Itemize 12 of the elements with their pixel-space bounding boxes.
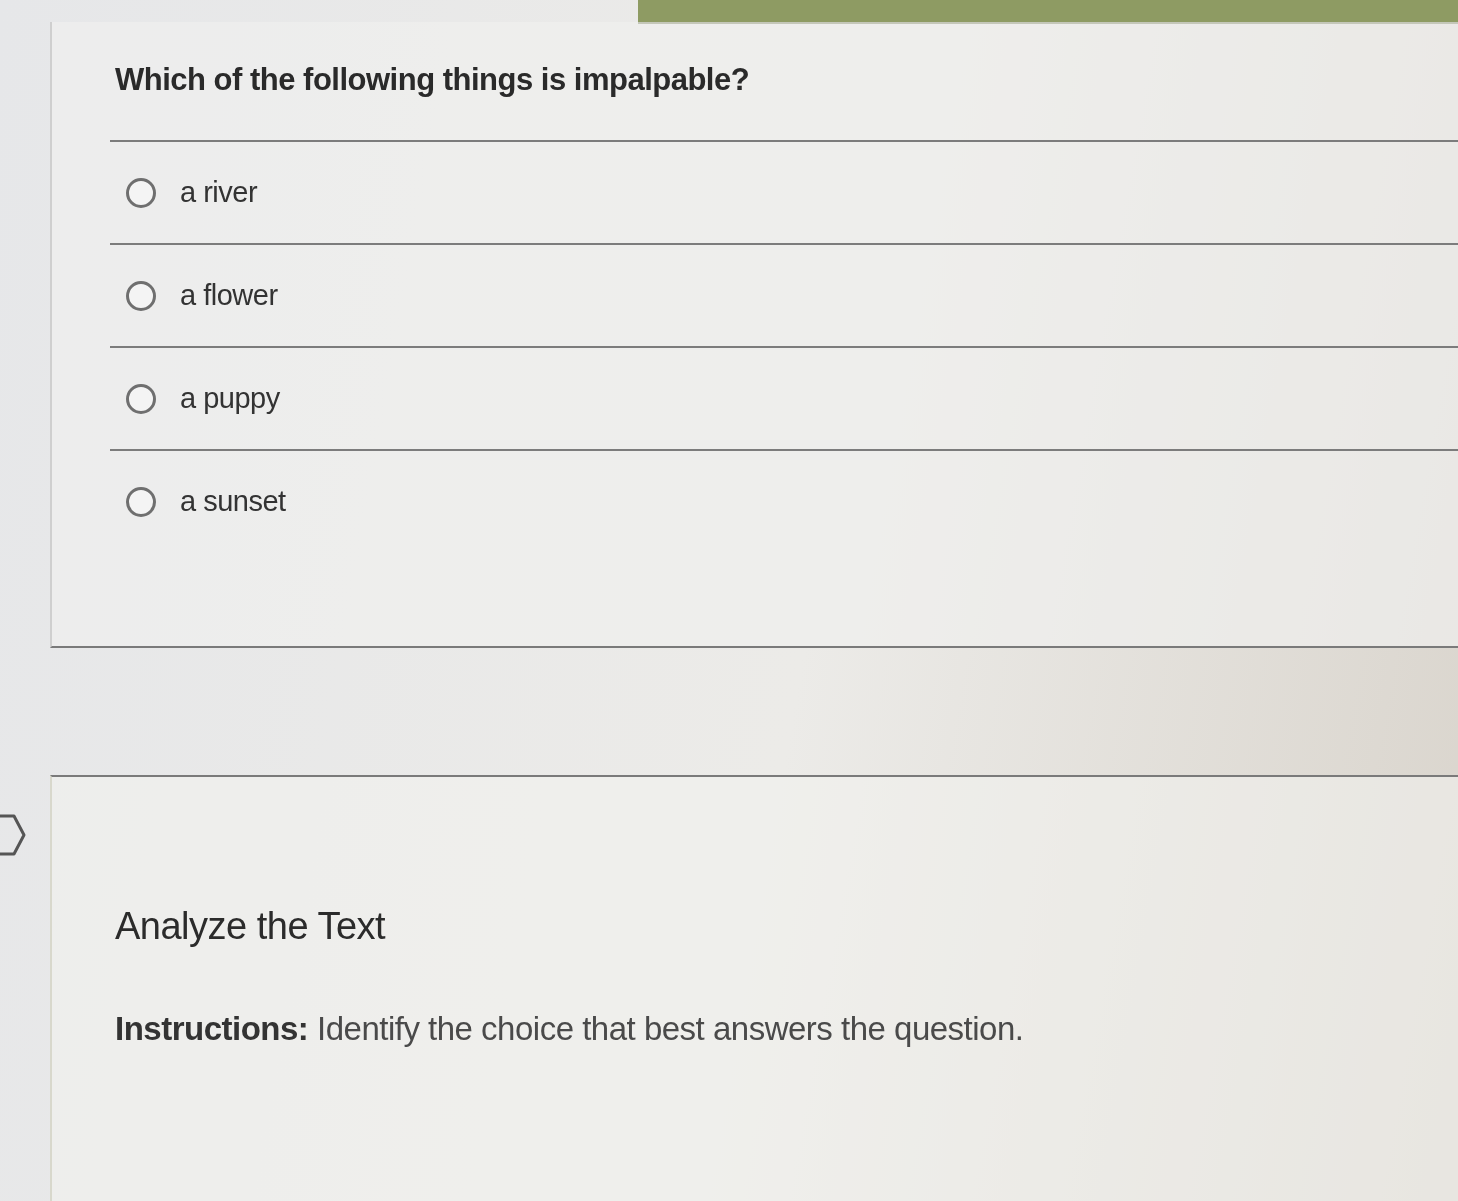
- option-label: a sunset: [180, 485, 286, 518]
- question-text: Which of the following things is impalpable?: [115, 62, 751, 98]
- chevron-right-icon[interactable]: [0, 813, 26, 857]
- option-label: a puppy: [180, 382, 280, 415]
- radio-button[interactable]: [126, 486, 156, 517]
- radio-button[interactable]: [126, 383, 156, 414]
- radio-button[interactable]: [126, 280, 156, 311]
- instructions-text: Instructions: Identify the choice that best answers the question.: [115, 1010, 1024, 1048]
- option-label: a river: [180, 176, 258, 209]
- section-title: Analyze the Text: [115, 905, 386, 948]
- option-label: a flower: [180, 279, 278, 312]
- radio-button[interactable]: [126, 177, 156, 208]
